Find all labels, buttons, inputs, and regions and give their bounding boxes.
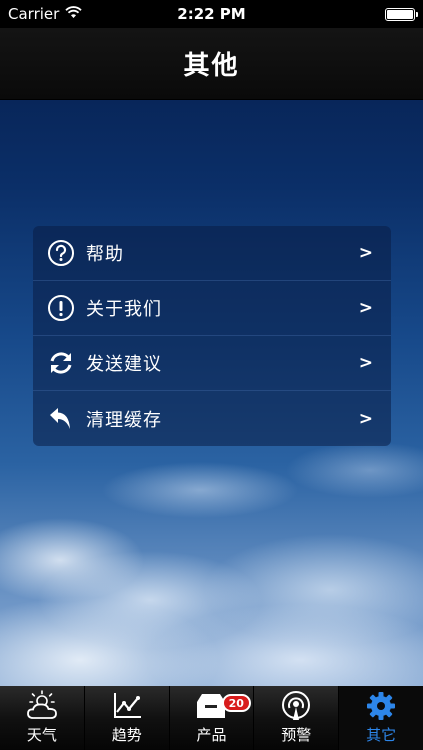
alert-broadcast-icon: [279, 690, 313, 722]
carrier-label: Carrier: [8, 5, 60, 23]
gear-icon: [364, 690, 398, 722]
info-icon: [47, 294, 75, 322]
status-left: Carrier: [8, 5, 82, 23]
battery-icon: [385, 7, 418, 21]
tab-products[interactable]: 20 产品: [170, 686, 255, 750]
menu-item-label: 帮助: [86, 244, 124, 265]
chevron-right-icon: >: [358, 353, 373, 373]
status-bar: Carrier 2:22 PM: [0, 0, 423, 28]
menu-item-label: 清理缓存: [86, 409, 162, 431]
chevron-right-icon: >: [358, 408, 373, 429]
tab-label: 预警: [281, 726, 312, 744]
navigation-bar: 其他: [0, 28, 423, 100]
help-icon: [47, 239, 75, 267]
page-title: 其他: [183, 51, 240, 81]
tab-other[interactable]: 其它: [339, 686, 423, 750]
notification-badge: 20: [221, 694, 251, 712]
settings-menu: 帮助 > 关于我们 > 发送建议 > 清理缓存 >: [33, 226, 391, 446]
chevron-right-icon: >: [358, 243, 373, 263]
tab-trend[interactable]: 趋势: [85, 686, 170, 750]
battery-fill: [387, 9, 413, 19]
refresh-icon: [47, 349, 75, 377]
tab-bar: 天气 趋势 20 产品 预警 其它: [0, 686, 423, 750]
menu-item-send-feedback[interactable]: 发送建议 >: [33, 336, 391, 391]
menu-item-clear-cache[interactable]: 清理缓存 >: [33, 391, 391, 446]
chevron-right-icon: >: [358, 298, 373, 318]
tab-alerts[interactable]: 预警: [254, 686, 340, 750]
tab-label: 其它: [366, 726, 397, 744]
menu-item-about-us[interactable]: 关于我们 >: [33, 281, 391, 336]
menu-item-label: 发送建议: [86, 354, 162, 375]
tab-label: 天气: [26, 726, 57, 744]
tab-weather[interactable]: 天气: [0, 686, 85, 750]
tab-label: 产品: [196, 726, 227, 744]
undo-icon: [47, 405, 75, 433]
tab-label: 趋势: [111, 726, 142, 744]
screen: Carrier 2:22 PM 其他 帮助 > 关于我们 > 发送建议 > 清理…: [0, 0, 423, 750]
weather-icon: [25, 690, 59, 722]
menu-item-help[interactable]: 帮助 >: [33, 226, 391, 281]
trend-chart-icon: [110, 690, 144, 722]
menu-item-label: 关于我们: [86, 299, 162, 320]
wifi-icon: [65, 5, 82, 23]
